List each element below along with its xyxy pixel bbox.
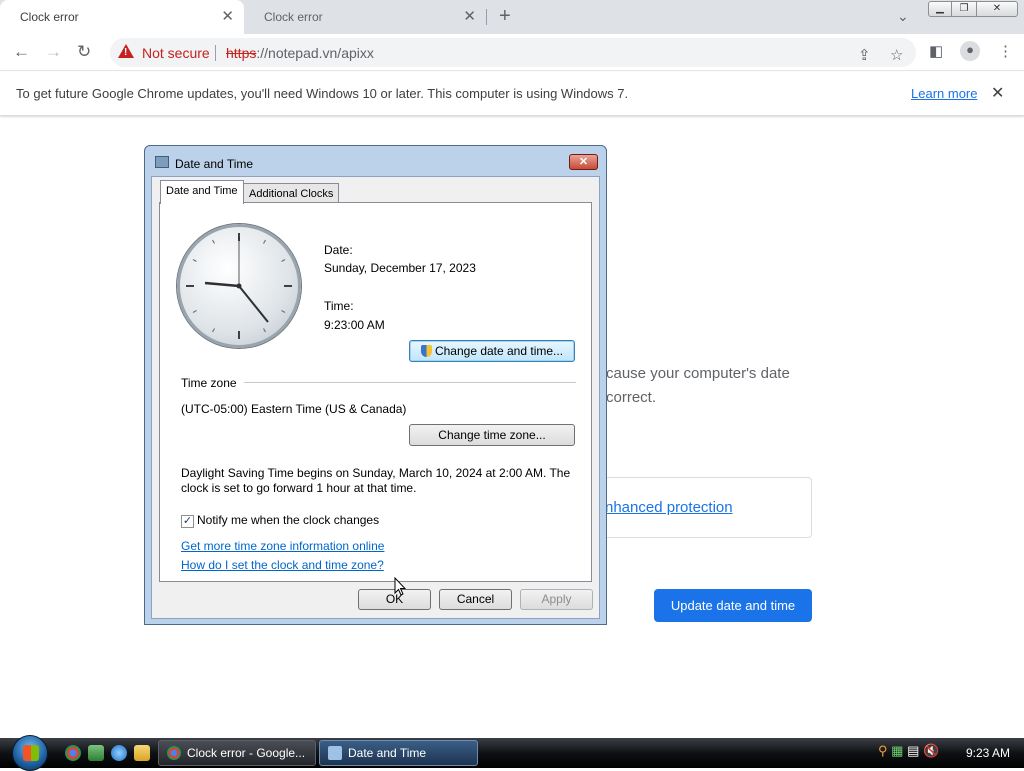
taskbar-clock[interactable]: 9:23 AM: [966, 746, 1010, 760]
calendar-icon: [155, 156, 169, 168]
date-time-dialog: Date and Time ✕ Date and Time Additional…: [144, 145, 607, 625]
side-panel-icon[interactable]: ◧: [929, 43, 943, 61]
analog-clock: [177, 224, 301, 348]
volume-muted-icon[interactable]: 🔇: [923, 743, 939, 758]
reload-icon[interactable]: ↻: [77, 42, 91, 62]
chevron-down-icon[interactable]: ⌄: [897, 8, 909, 25]
back-arrow-icon[interactable]: ←: [13, 42, 30, 62]
close-icon[interactable]: ✕: [221, 8, 234, 26]
action-center-icon[interactable]: ▤: [907, 743, 919, 758]
maximize-button[interactable]: ❐: [951, 1, 977, 17]
calendar-icon: [328, 746, 342, 760]
folder-icon[interactable]: [134, 745, 150, 761]
date-value: Sunday, December 17, 2023: [324, 261, 476, 275]
tab-title: Clock error: [20, 10, 79, 24]
cancel-button[interactable]: Cancel: [439, 589, 512, 610]
dialog-close-button[interactable]: ✕: [569, 154, 598, 170]
date-label: Date:: [324, 243, 353, 257]
minimize-button[interactable]: ▁: [928, 1, 952, 17]
url-scheme: https: [226, 45, 257, 61]
time-zone-info-link[interactable]: Get more time zone information online: [181, 539, 384, 553]
window-close-button[interactable]: ✕: [976, 1, 1018, 17]
change-time-zone-button[interactable]: Change time zone...: [409, 424, 575, 446]
notify-checkbox[interactable]: ✓: [181, 515, 194, 528]
button-label: Change date and time...: [434, 344, 564, 358]
close-icon[interactable]: ✕: [463, 8, 476, 26]
bookmark-star-icon[interactable]: ☆: [890, 47, 903, 65]
profile-avatar-icon[interactable]: ●: [960, 41, 980, 61]
system-tray: ⚲ ▦ ▤ 🔇: [878, 743, 939, 759]
time-value: 9:23:00 AM: [324, 318, 385, 332]
clock-face-icon: [186, 233, 292, 339]
tab-panel: Date: Sunday, December 17, 2023 Time: 9:…: [159, 202, 592, 582]
apply-button[interactable]: Apply: [520, 589, 593, 610]
taskbar-item-date-time[interactable]: Date and Time: [319, 740, 478, 766]
task-label: Date and Time: [348, 746, 427, 760]
error-text-line: cause your computer's date: [606, 365, 790, 382]
time-label: Time:: [324, 299, 354, 313]
close-icon[interactable]: ✕: [991, 83, 1004, 103]
windows-logo-icon: [23, 745, 39, 761]
taskbar: Clock error - Google... Date and Time ⚲ …: [0, 735, 1024, 771]
dst-info-line: clock is set to go forward 1 hour at tha…: [181, 481, 417, 495]
chrome-icon[interactable]: [65, 745, 81, 761]
kebab-menu-icon[interactable]: ⋮: [998, 43, 1013, 61]
error-text-line: correct.: [606, 389, 657, 406]
url-text[interactable]: https://notepad.vn/apixx: [226, 45, 374, 61]
desktop-icon[interactable]: [88, 745, 104, 761]
uac-shield-icon: [420, 345, 432, 357]
new-tab-button[interactable]: +: [499, 6, 511, 26]
timezone-value: (UTC-05:00) Eastern Time (US & Canada): [181, 402, 407, 416]
clock-help-link[interactable]: How do I set the clock and time zone?: [181, 558, 384, 572]
search-icon[interactable]: ⚲: [878, 743, 888, 758]
tab-title: Clock error: [264, 10, 323, 24]
mouse-cursor-icon: [394, 577, 406, 596]
divider: [244, 382, 576, 383]
security-status[interactable]: Not secure: [142, 45, 210, 61]
network-icon[interactable]: ▦: [891, 743, 903, 758]
learn-more-link[interactable]: Learn more: [911, 86, 977, 101]
dialog-body: Date and Time Additional Clocks Date: Su…: [151, 176, 600, 619]
tab-additional-clocks[interactable]: Additional Clocks: [243, 183, 340, 204]
update-date-time-button[interactable]: Update date and time: [654, 589, 812, 622]
dialog-title: Date and Time: [175, 157, 254, 171]
dst-info-line: Daylight Saving Time begins on Sunday, M…: [181, 466, 571, 480]
tab-clock-error-active[interactable]: Clock error ✕: [0, 0, 244, 34]
tab-date-and-time[interactable]: Date and Time: [160, 180, 244, 204]
notify-label[interactable]: Notify me when the clock changes: [197, 513, 379, 527]
error-description: cause your computer's date correct.: [606, 362, 816, 410]
task-label: Clock error - Google...: [187, 746, 306, 760]
internet-explorer-icon[interactable]: [111, 745, 127, 761]
forward-arrow-icon[interactable]: →: [45, 42, 62, 62]
change-date-time-button[interactable]: Change date and time...: [409, 340, 575, 362]
share-icon[interactable]: ⇪: [858, 47, 871, 65]
update-infobar: To get future Google Chrome updates, you…: [0, 72, 1024, 116]
tab-strip: Clock error ✕ Clock error ✕ + ⌄ ▁ ❐ ✕: [0, 0, 1024, 34]
tab-divider: [486, 9, 487, 25]
infobar-message: To get future Google Chrome updates, you…: [16, 86, 629, 101]
taskbar-item-chrome[interactable]: Clock error - Google...: [158, 740, 316, 766]
divider: [215, 45, 216, 61]
start-button[interactable]: [12, 735, 48, 771]
chrome-icon: [167, 746, 181, 760]
timezone-heading: Time zone: [181, 376, 237, 390]
url-rest: ://notepad.vn/apixx: [256, 45, 374, 61]
tab-clock-error[interactable]: Clock error ✕: [244, 0, 486, 34]
address-bar[interactable]: ! Not secure https://notepad.vn/apixx ⇪ …: [110, 38, 916, 67]
browser-toolbar: ← → ↻ ! Not secure https://notepad.vn/ap…: [0, 34, 1024, 71]
enhanced-protection-link[interactable]: nhanced protection: [605, 499, 733, 516]
warning-icon: !: [118, 44, 134, 58]
dialog-titlebar[interactable]: Date and Time ✕: [145, 146, 606, 176]
